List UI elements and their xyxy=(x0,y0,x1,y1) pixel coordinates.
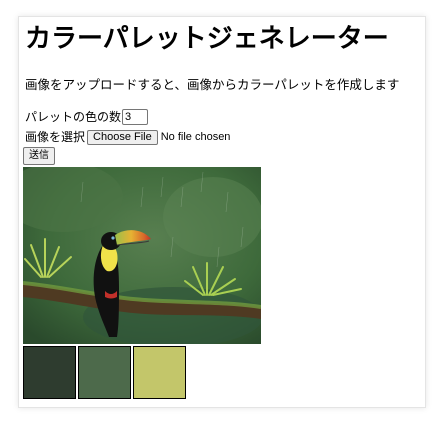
file-status-text: No file chosen xyxy=(160,131,231,143)
palette-swatch xyxy=(23,346,76,399)
page-title: カラーパレットジェネレーター xyxy=(25,24,389,54)
palette-swatch xyxy=(78,346,131,399)
uploaded-image-preview xyxy=(23,167,261,344)
file-select-label: 画像を選択 xyxy=(25,130,86,144)
toucan-photo-icon xyxy=(23,167,261,344)
submit-button[interactable]: 送信 xyxy=(23,147,55,165)
app-card: カラーパレットジェネレーター 画像をアップロードすると、画像からカラーパレットを… xyxy=(18,16,426,408)
palette-swatch xyxy=(133,346,186,399)
choose-file-button[interactable]: Choose File xyxy=(87,129,158,145)
palette-swatches xyxy=(23,346,188,399)
color-count-label: パレットの色の数 xyxy=(25,110,122,124)
color-count-row: パレットの色の数 3 xyxy=(25,109,149,125)
page-description: 画像をアップロードすると、画像からカラーパレットを作成します xyxy=(25,77,400,92)
color-count-input[interactable]: 3 xyxy=(122,109,149,125)
file-select-row: 画像を選択 Choose File No file chosen xyxy=(25,129,230,145)
